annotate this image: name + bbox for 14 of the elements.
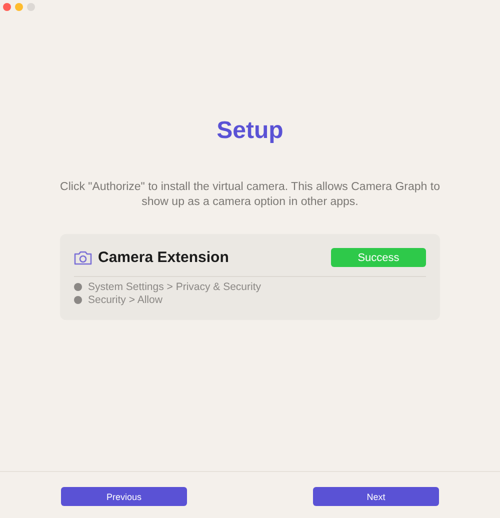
status-badge: Success: [331, 248, 426, 267]
step-text: System Settings > Privacy & Security: [88, 281, 262, 293]
zoom-button[interactable]: [27, 3, 35, 11]
bullet-icon: [74, 296, 82, 304]
camera-icon: [74, 250, 92, 264]
close-button[interactable]: [3, 3, 11, 11]
extension-name: Camera Extension: [98, 249, 230, 266]
page-title: Setup: [216, 117, 284, 145]
previous-button[interactable]: Previous: [61, 487, 187, 506]
step-text: Security > Allow: [88, 294, 162, 306]
description-text: Click "Authorize" to install the virtual camera. This allows Camera Graph to show up as a camera option in other apps.: [60, 180, 440, 210]
minimize-button[interactable]: [15, 3, 23, 11]
next-button[interactable]: Next: [313, 487, 439, 506]
bullet-icon: [74, 283, 82, 291]
